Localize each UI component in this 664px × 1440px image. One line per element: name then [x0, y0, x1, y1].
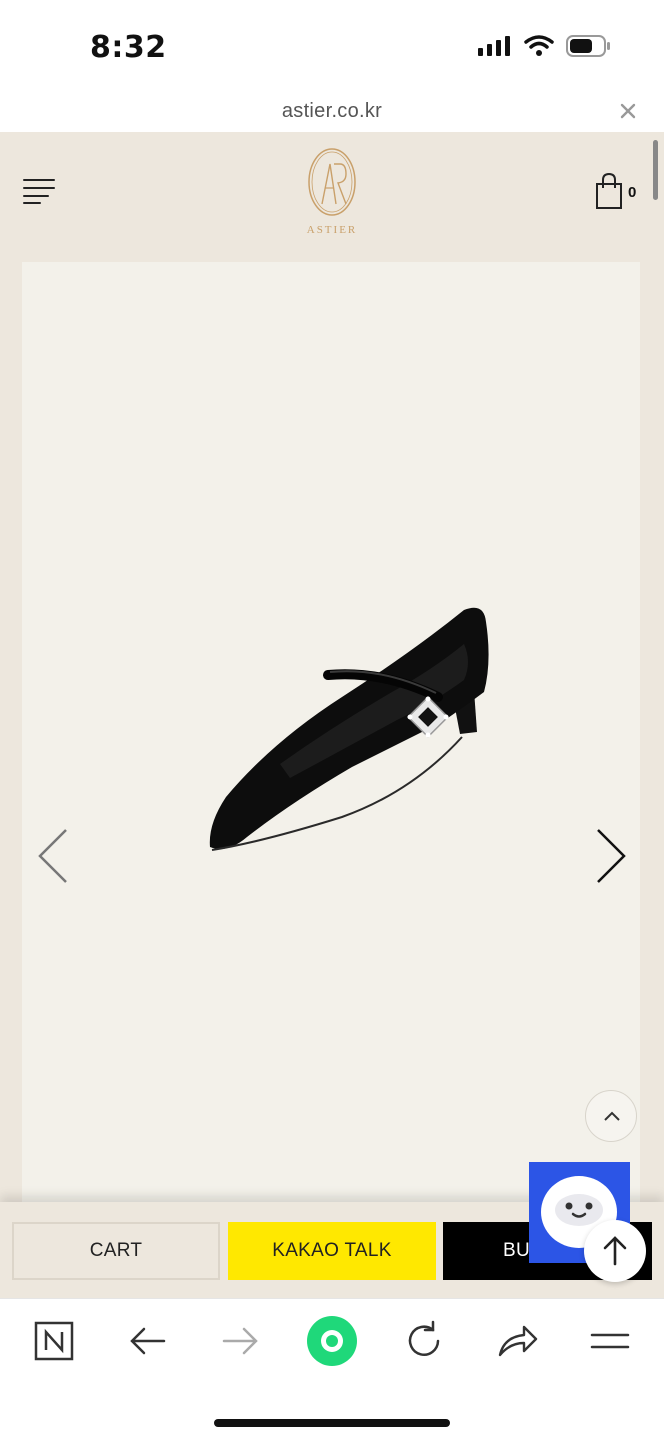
- logo-text: ASTIER: [306, 224, 358, 236]
- product-image-panel: [22, 262, 640, 1202]
- reload-icon[interactable]: [400, 1317, 448, 1365]
- signal-icon: [478, 36, 510, 56]
- status-icons: [478, 34, 612, 58]
- wifi-icon: [524, 35, 554, 56]
- green-circle-icon[interactable]: [302, 1311, 362, 1371]
- kakao-talk-button[interactable]: KAKAO TALK: [228, 1222, 436, 1280]
- site-header: ASTIER 0: [0, 132, 664, 250]
- hamburger-menu-icon[interactable]: [22, 178, 56, 204]
- chevron-right-icon[interactable]: [590, 826, 630, 886]
- scroll-up-button[interactable]: [585, 1090, 637, 1142]
- share-icon[interactable]: [494, 1317, 542, 1365]
- astier-logo[interactable]: ASTIER: [300, 146, 364, 242]
- site-content: ASTIER 0: [0, 132, 664, 1202]
- menu-icon[interactable]: [586, 1317, 634, 1365]
- chevron-left-icon[interactable]: [34, 826, 74, 886]
- naver-n-icon[interactable]: [30, 1317, 78, 1365]
- arrow-up-icon: [603, 1236, 627, 1266]
- address-bar[interactable]: astier.co.kr: [0, 96, 664, 132]
- shopping-bag-icon: [596, 172, 622, 209]
- scroll-to-top-button[interactable]: [584, 1220, 646, 1282]
- cart-button[interactable]: 0: [594, 172, 644, 212]
- battery-icon: [566, 35, 610, 57]
- close-icon[interactable]: [618, 101, 638, 121]
- url-text[interactable]: astier.co.kr: [0, 100, 664, 123]
- forward-arrow-icon[interactable]: [216, 1317, 264, 1365]
- home-indicator[interactable]: [214, 1419, 450, 1427]
- cart-count: 0: [628, 184, 637, 201]
- scrollbar[interactable]: [653, 140, 658, 200]
- cart-add-button[interactable]: CART: [12, 1222, 220, 1280]
- logo-emblem-icon: [308, 148, 356, 216]
- chevron-up-icon: [604, 1111, 620, 1121]
- browser-toolbar: [0, 1298, 664, 1440]
- product-shoe-image[interactable]: [202, 592, 502, 872]
- status-bar: 8:32: [0, 0, 664, 96]
- status-time: 8:32: [90, 30, 167, 65]
- back-arrow-icon[interactable]: [124, 1317, 172, 1365]
